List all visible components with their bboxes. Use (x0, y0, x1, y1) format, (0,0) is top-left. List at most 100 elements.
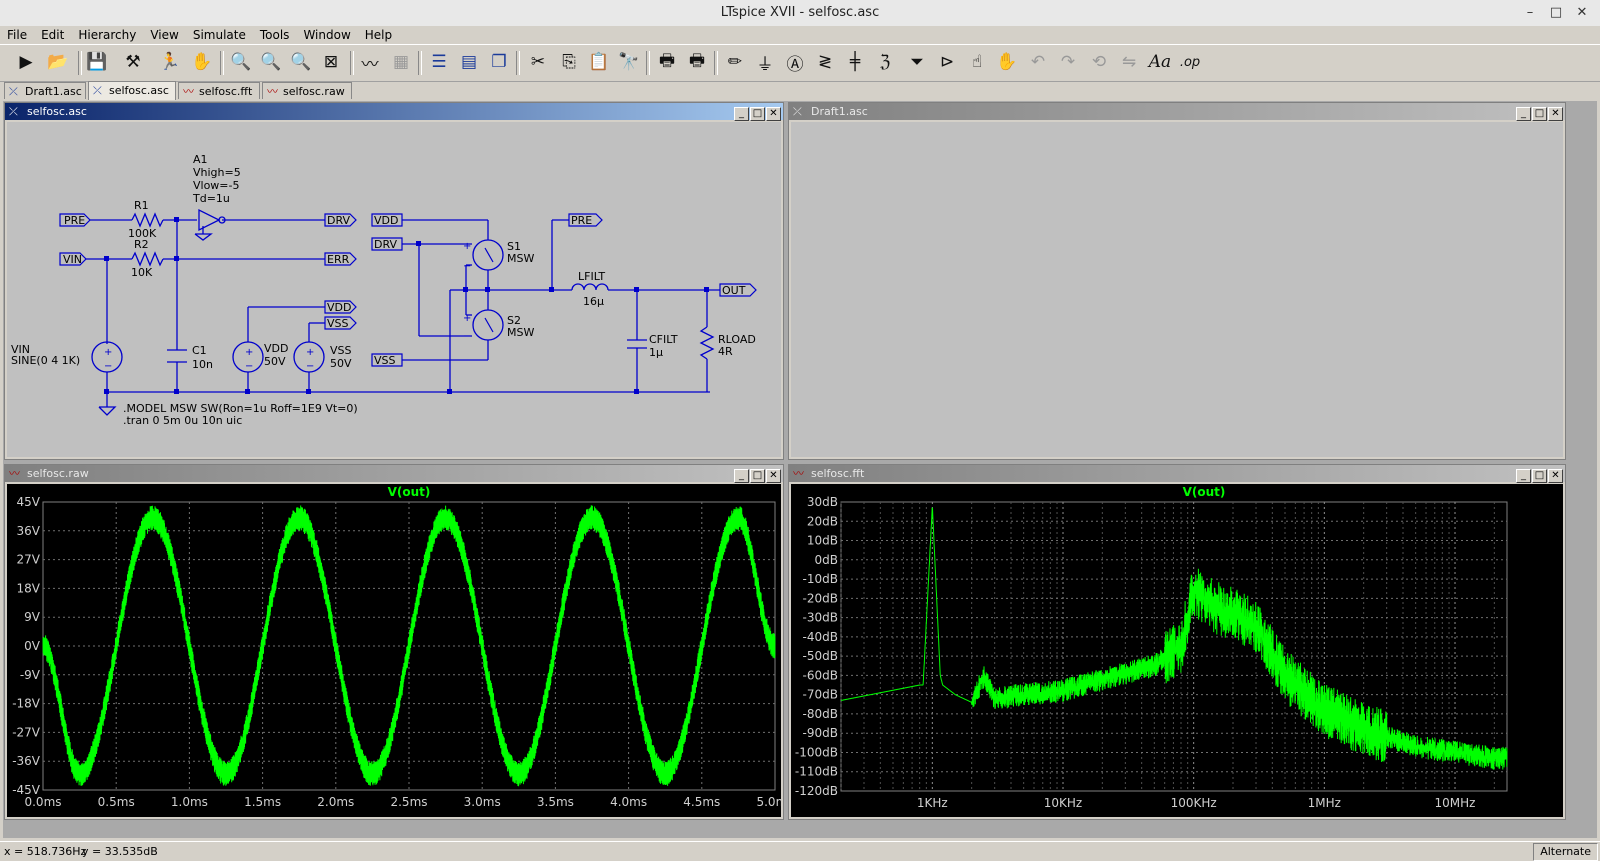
ticks-icon[interactable]: ▦ (388, 49, 414, 75)
draft-pane[interactable]: ⤫ Draft1.asc _ □ ✕ (788, 102, 1566, 460)
window-titlebar: LTspice XVII - selfosc.asc – □ ✕ (0, 0, 1600, 27)
redo-icon[interactable]: ↷ (1055, 49, 1081, 75)
print-setup-icon[interactable]: 🖶 (684, 49, 710, 75)
menu-file[interactable]: File (0, 26, 34, 44)
capacitor-icon[interactable]: ╪ (842, 49, 868, 75)
cut-icon[interactable]: ✂ (525, 49, 551, 75)
x-tick-label: 1.0ms (171, 795, 208, 809)
autorange-icon[interactable]: 〰 (357, 49, 383, 75)
inductor-icon[interactable]: ℨ (872, 49, 898, 75)
fft-plot[interactable]: V(out) 1KHz 10KHz 100KHz 1MHz 10MHz 30dB 20dB 10… (791, 484, 1563, 817)
open-icon[interactable]: 📂 (45, 49, 71, 75)
pane-titlebar[interactable]: ⤫ selfosc.asc _ □ ✕ (5, 103, 783, 120)
label-pre: PRE (64, 214, 85, 227)
tab-label: Draft1.asc (25, 85, 82, 98)
zoom-out-icon[interactable]: 🔍 (288, 49, 314, 75)
transient-plot[interactable]: V(out) 0.0ms 0.5ms 1.0ms 1.5ms 2.0ms 2.5ms 3.0m… (7, 484, 781, 817)
fft-plot-area[interactable]: V(out) 1KHz 10KHz 100KHz 1MHz 10MHz 30dB 20dB 10… (791, 484, 1563, 817)
schematic-pane[interactable]: ⤫ selfosc.asc _ □ ✕ PRE VIN DRV ERR VDD … (4, 102, 784, 460)
label-err: ERR (327, 253, 350, 266)
pane-maximize-button[interactable]: □ (750, 469, 765, 483)
draft-canvas[interactable] (791, 122, 1563, 457)
y-tick-label: -10dB (803, 572, 838, 586)
control-panel-icon[interactable]: ⚒ (120, 49, 146, 75)
label-vss-switch: VSS (374, 354, 396, 367)
resistor-icon[interactable]: ≷ (812, 49, 838, 75)
tile-horizontal-icon[interactable]: ☰ (426, 49, 452, 75)
label-vdd: VDD (327, 301, 351, 314)
zoom-fit-icon[interactable]: ⊠ (318, 49, 344, 75)
diode-icon[interactable]: ⏷ (904, 49, 930, 75)
x-tick-label: 0.0ms (24, 795, 61, 809)
pane-titlebar[interactable]: 〰 selfosc.fft _ □ ✕ (789, 465, 1565, 482)
pane-minimize-button[interactable]: _ (734, 107, 749, 121)
spice-directive-icon[interactable]: .op (1177, 49, 1203, 75)
vdd-name: VDD (264, 342, 288, 355)
pane-minimize-button[interactable]: _ (1516, 107, 1531, 121)
toolbar-separator (516, 51, 520, 75)
pane-maximize-button[interactable]: □ (1532, 107, 1547, 121)
text-icon[interactable]: Aa (1147, 49, 1173, 75)
svg-text:−: − (306, 361, 314, 372)
pane-close-button[interactable]: ✕ (1548, 107, 1563, 121)
x-tick-label: 0.5ms (98, 795, 135, 809)
pane-close-button[interactable]: ✕ (766, 107, 781, 121)
close-button[interactable]: ✕ (1572, 3, 1592, 23)
tile-vertical-icon[interactable]: ▤ (456, 49, 482, 75)
tab-selfosc-fft[interactable]: 〰 selfosc.fft (178, 82, 260, 99)
copy-icon[interactable]: ⎘ (556, 49, 582, 75)
menu-edit[interactable]: Edit (34, 26, 71, 44)
menu-window[interactable]: Window (296, 26, 357, 44)
zoom-pan-icon[interactable]: 🔍 (258, 49, 284, 75)
menu-help[interactable]: Help (358, 26, 399, 44)
save-icon[interactable]: 💾 (84, 49, 110, 75)
tab-selfosc-asc[interactable]: ⤫ selfosc.asc (88, 81, 176, 100)
x-tick-label: 5.0ms (756, 795, 781, 809)
cascade-icon[interactable]: ❐ (486, 49, 512, 75)
pane-minimize-button[interactable]: _ (1516, 469, 1531, 483)
minimize-button[interactable]: – (1520, 3, 1540, 23)
paste-icon[interactable]: 📋 (586, 49, 612, 75)
pane-minimize-button[interactable]: _ (734, 469, 749, 483)
pane-maximize-button[interactable]: □ (750, 107, 765, 121)
tab-draft1[interactable]: ⤫ Draft1.asc (4, 82, 86, 99)
pane-close-button[interactable]: ✕ (1548, 469, 1563, 483)
transient-plot-pane[interactable]: 〰 selfosc.raw _ □ ✕ V(out) 0.0ms 0.5ms 1.0ms 1… (4, 464, 784, 820)
pane-maximize-button[interactable]: □ (1532, 469, 1547, 483)
new-schematic-icon[interactable]: ▶ (13, 49, 39, 75)
menu-tools[interactable]: Tools (253, 26, 297, 44)
menu-view[interactable]: View (143, 26, 185, 44)
find-icon[interactable]: 🔭 (616, 49, 642, 75)
menu-hierarchy[interactable]: Hierarchy (71, 26, 143, 44)
mirror-icon[interactable]: ⇋ (1116, 49, 1142, 75)
y-tick-label: -70dB (803, 688, 838, 702)
run-icon[interactable]: 🏃 (157, 49, 183, 75)
ground-icon[interactable]: ⏚ (752, 49, 778, 75)
schematic-canvas[interactable]: PRE VIN DRV ERR VDD VSS VDD DRV VSS PRE … (7, 122, 781, 457)
label-vss: VSS (327, 317, 349, 330)
halt-icon[interactable]: ✋ (189, 49, 215, 75)
schematic-drawing: PRE VIN DRV ERR VDD VSS VDD DRV VSS PRE … (7, 122, 781, 457)
print-icon[interactable]: 🖶 (654, 49, 680, 75)
undo-icon[interactable]: ↶ (1025, 49, 1051, 75)
move-icon[interactable]: ☝ (964, 49, 990, 75)
rotate-icon[interactable]: ⟲ (1086, 49, 1112, 75)
wire-icon[interactable]: ✏ (722, 49, 748, 75)
pane-title: selfosc.fft (811, 467, 864, 480)
component-icon[interactable]: ⊳ (934, 49, 960, 75)
x-tick-label: 100KHz (1171, 796, 1217, 810)
tab-selfosc-raw[interactable]: 〰 selfosc.raw (262, 82, 352, 99)
zoom-in-icon[interactable]: 🔍 (228, 49, 254, 75)
drag-icon[interactable]: ✋ (994, 49, 1020, 75)
label-icon[interactable]: Ⓐ (782, 49, 808, 75)
menu-simulate[interactable]: Simulate (186, 26, 253, 44)
pane-titlebar[interactable]: ⤫ Draft1.asc _ □ ✕ (789, 103, 1565, 120)
tab-label: selfosc.asc (109, 84, 169, 97)
y-tick-label: -20dB (803, 591, 838, 605)
transient-plot-area[interactable]: V(out) 0.0ms 0.5ms 1.0ms 1.5ms 2.0ms 2.5ms 3.0m… (7, 484, 781, 817)
pane-close-button[interactable]: ✕ (766, 469, 781, 483)
maximize-button[interactable]: □ (1546, 3, 1566, 23)
fft-plot-pane[interactable]: 〰 selfosc.fft _ □ ✕ V(out) 1KHz 10KHz 100KHz 1… (788, 464, 1566, 820)
pane-titlebar[interactable]: 〰 selfosc.raw _ □ ✕ (5, 465, 783, 482)
rload-value: 4R (718, 345, 733, 358)
